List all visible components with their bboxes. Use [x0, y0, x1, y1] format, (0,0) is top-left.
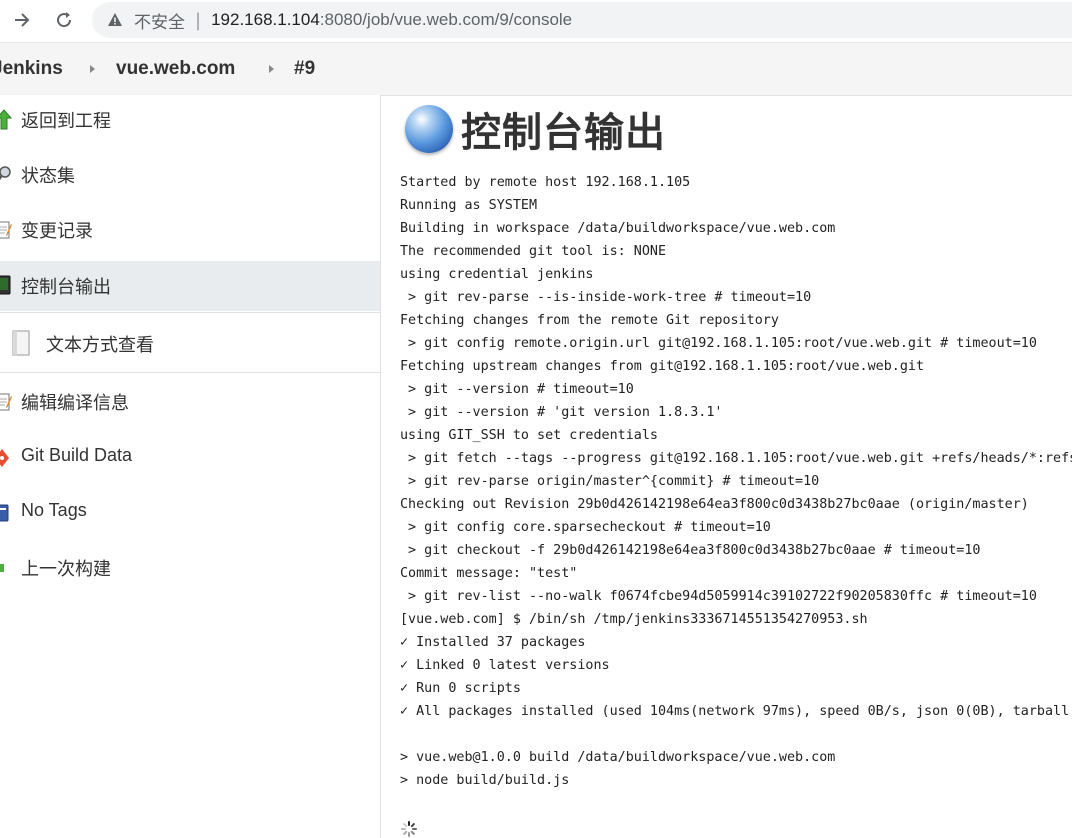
console-line: > git rev-parse --is-inside-work-tree # … — [400, 290, 812, 305]
console-line: using GIT_SSH to set credentials — [400, 428, 658, 443]
console-line: The recommended git tool is: NONE — [400, 244, 667, 259]
sidebar-item-label: Git Build Data — [21, 445, 133, 465]
loading-spinner-icon — [401, 821, 417, 837]
console-line: > git rev-list --no-walk f0674fcbe94d505… — [400, 589, 1037, 604]
console-line: > git checkout -f 29b0d426142198e64ea3f8… — [400, 543, 981, 558]
terminal-icon — [0, 275, 11, 295]
url-host: 192.168.1.104 — [211, 10, 320, 29]
sidebar-item-status[interactable]: 状态集 — [0, 150, 380, 200]
console-line: > git rev-parse origin/master^{commit} #… — [400, 474, 820, 489]
sidebar-item-git-build-data[interactable]: Git Build Data — [0, 433, 380, 483]
console-output: Started by remote host 192.168.1.105 Runn… — [400, 171, 1072, 792]
url-text[interactable]: 192.168.1.104:8080/job/vue.web.com/9/con… — [211, 10, 572, 30]
console-line: [vue.web.com] $ /bin/sh /tmp/jenkins3336… — [400, 612, 868, 627]
sidebar-item-label: No Tags — [21, 500, 87, 520]
console-line: ✓ All packages installed (used 104ms(net… — [400, 704, 1070, 719]
forward-arrow-icon — [15, 13, 30, 27]
console-line: ✓ Linked 0 latest versions — [400, 658, 610, 673]
sidebar-item-edit-build-info[interactable]: 编辑编译信息 — [0, 377, 380, 427]
magnifier-icon — [0, 166, 11, 181]
console-line: Building in workspace /data/buildworkspa… — [400, 221, 836, 236]
main-content: 控制台输出 Started by remote host 192.168.1.1… — [381, 95, 1072, 838]
notepad-icon — [0, 221, 12, 239]
forward-button[interactable] — [8, 6, 36, 34]
breadcrumb-build[interactable]: #9 — [294, 43, 315, 95]
console-line: > git config core.sparsecheckout # timeo… — [400, 520, 771, 535]
sidebar-item-console-output[interactable]: 控制台输出 — [0, 261, 380, 311]
up-arrow-icon — [0, 109, 12, 130]
console-ball-icon — [405, 105, 453, 153]
security-status[interactable]: 不安全 — [134, 8, 185, 33]
console-line: using credential jenkins — [400, 267, 594, 282]
console-line: > git --version # 'git version 1.8.3.1' — [400, 405, 723, 420]
reload-button[interactable] — [50, 6, 78, 34]
breadcrumb-arrow-icon[interactable] — [90, 65, 95, 73]
sidebar-item-label: 文本方式查看 — [46, 335, 154, 356]
sidebar-item-changes[interactable]: 变更记录 — [0, 205, 380, 255]
sidebar-divider — [0, 372, 380, 373]
console-line: Commit message: "test" — [400, 566, 578, 581]
sidebar-item-label: 返回到工程 — [21, 111, 111, 132]
console-line: > git --version # timeout=10 — [400, 382, 634, 397]
sidebar-item-back-to-project[interactable]: 返回到工程 — [0, 95, 380, 145]
breadcrumb-job[interactable]: vue.web.com — [116, 43, 235, 95]
console-line: ✓ Installed 37 packages — [400, 635, 586, 650]
console-line: > vue.web@1.0.0 build /data/buildworkspa… — [400, 750, 836, 765]
console-line: Fetching changes from the remote Git rep… — [400, 313, 779, 328]
console-line: Running as SYSTEM — [400, 198, 538, 213]
sidebar-item-no-tags[interactable]: No Tags — [0, 488, 380, 538]
tag-icon — [0, 504, 9, 522]
notepad-icon — [0, 393, 12, 411]
sidebar-divider — [0, 312, 380, 313]
reload-icon — [57, 12, 72, 28]
breadcrumb-arrow-icon[interactable] — [269, 65, 274, 73]
address-bar[interactable]: 不安全 | 192.168.1.104:8080/job/vue.web.com… — [92, 2, 1072, 38]
sidebar-item-label: 编辑编译信息 — [21, 393, 129, 414]
browser-toolbar: 不安全 | 192.168.1.104:8080/job/vue.web.com… — [0, 0, 1072, 40]
console-line: Started by remote host 192.168.1.105 — [400, 175, 691, 190]
git-icon — [0, 449, 9, 467]
page-header: 控制台输出 — [405, 99, 666, 159]
sidebar-item-view-as-text[interactable]: 文本方式查看 — [0, 318, 380, 368]
sidebar-item-previous-build[interactable]: 上一次构建 — [0, 543, 380, 593]
page-title: 控制台输出 — [461, 110, 666, 156]
document-icon — [12, 330, 30, 356]
breadcrumb: Jenkins vue.web.com #9 — [0, 42, 1072, 96]
sidebar-item-label: 上一次构建 — [21, 559, 111, 580]
sidebar-item-label: 控制台输出 — [21, 277, 111, 298]
console-line: > git fetch --tags --progress git@192.16… — [400, 451, 1072, 466]
url-path: :8080/job/vue.web.com/9/console — [319, 10, 573, 29]
console-line: Fetching upstream changes from git@192.1… — [400, 359, 925, 374]
warning-icon — [106, 11, 124, 29]
sidebar-item-label: 状态集 — [21, 166, 75, 187]
breadcrumb-jenkins[interactable]: Jenkins — [0, 43, 63, 95]
console-line: ✓ Run 0 scripts — [400, 681, 521, 696]
separator: | — [195, 9, 202, 31]
console-line: > git config remote.origin.url git@192.1… — [400, 336, 1037, 351]
console-line: Checking out Revision 29b0d426142198e64e… — [400, 497, 1029, 512]
left-arrow-icon — [0, 564, 4, 572]
sidebar-item-label: 变更记录 — [21, 221, 93, 242]
console-line: > node build/build.js — [400, 773, 570, 788]
sidebar: 返回到工程 状态集 变更记录 控制台输出 文本方式查看 编辑编译信息 Git B… — [0, 95, 381, 838]
